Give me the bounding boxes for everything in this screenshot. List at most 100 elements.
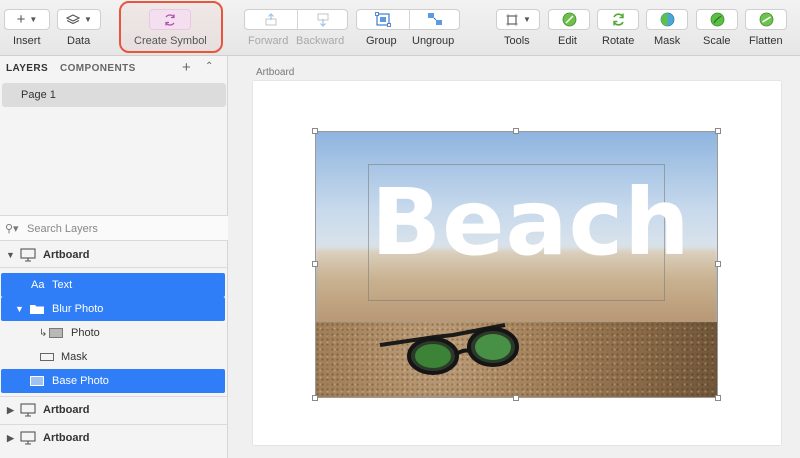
add-page-icon[interactable]: +	[182, 59, 191, 76]
layer-label: Mask	[61, 351, 88, 363]
disclosure-closed-icon[interactable]: ▶	[7, 405, 14, 416]
divider	[0, 396, 228, 397]
image-layer-icon	[49, 328, 63, 338]
tab-components[interactable]: COMPONENTS	[60, 63, 136, 74]
insert-tool[interactable]: + ▼ Insert	[4, 0, 50, 56]
search-layers-input[interactable]	[27, 220, 222, 238]
canvas[interactable]: Artboard Beach	[228, 56, 800, 458]
tools-tool[interactable]: ▼ Tools	[496, 0, 540, 56]
resize-handle-bottom-left[interactable]	[312, 395, 318, 401]
insert-button[interactable]: + ▼	[4, 9, 50, 30]
grouping-segment	[356, 9, 460, 30]
resize-handle-top[interactable]	[513, 128, 519, 134]
chevron-down-icon: ▼	[523, 15, 531, 24]
edit-vector-icon	[562, 12, 576, 27]
grouping-group: Group Ungroup	[356, 0, 460, 56]
resize-handle-right[interactable]	[715, 261, 721, 267]
artboard[interactable]: Beach	[253, 81, 781, 445]
create-symbol-label: Create Symbol	[134, 35, 207, 47]
send-backward-icon[interactable]	[316, 13, 330, 27]
search-icon[interactable]: ⚲▾	[5, 222, 19, 235]
chevron-down-icon: ▼	[29, 15, 38, 24]
selection-outline	[315, 131, 718, 398]
layer-row-artboard[interactable]: ▶ Artboard	[0, 398, 228, 422]
artboard-title[interactable]: Artboard	[256, 67, 294, 78]
data-tool[interactable]: ▼ Data	[57, 0, 101, 56]
folder-icon	[30, 305, 44, 314]
flatten-icon	[759, 12, 773, 27]
ungroup-icon[interactable]	[427, 12, 443, 27]
resize-handle-bottom-right[interactable]	[715, 395, 721, 401]
chevron-down-icon: ▼	[84, 15, 92, 24]
layer-row-artboard[interactable]: ▼ Artboard	[0, 243, 228, 267]
masked-arrow-icon: ↳	[39, 327, 48, 339]
disclosure-open-icon[interactable]: ▼	[15, 304, 24, 314]
resize-handle-top-right[interactable]	[715, 128, 721, 134]
resize-handle-top-left[interactable]	[312, 128, 318, 134]
data-button[interactable]: ▼	[57, 9, 101, 30]
image-layer-icon	[30, 376, 44, 386]
create-symbol-tool[interactable]: Create Symbol	[134, 0, 210, 56]
scale-icon	[710, 12, 724, 27]
resize-handle-left[interactable]	[312, 261, 318, 267]
layer-row-artboard[interactable]: ▶ Artboard	[0, 426, 228, 450]
forward-label: Forward	[248, 35, 289, 47]
artboard-icon	[20, 403, 36, 417]
mask-label: Mask	[654, 35, 681, 47]
artboard-icon	[20, 431, 36, 445]
rotate-icon	[612, 13, 624, 26]
mask-icon	[660, 12, 674, 27]
rotate-tool[interactable]: Rotate	[597, 0, 639, 56]
ungroup-label: Ungroup	[412, 35, 455, 47]
layer-row-base-photo[interactable]: Base Photo	[1, 369, 225, 393]
backward-label: Backward	[296, 35, 345, 47]
scale-button[interactable]	[696, 9, 738, 30]
mask-tool[interactable]: Mask	[646, 0, 688, 56]
layer-row-mask[interactable]: Mask	[0, 345, 228, 369]
data-label: Data	[67, 35, 91, 47]
layer-row-text[interactable]: Aa Text	[1, 273, 225, 297]
layer-label: Photo	[71, 327, 100, 339]
layer-label: Base Photo	[52, 375, 109, 387]
text-layer-icon: Aa	[31, 279, 45, 291]
collapse-pages-icon[interactable]: ⌃	[205, 61, 213, 72]
layer-label: Artboard	[43, 432, 90, 444]
mask-button[interactable]	[646, 9, 688, 30]
create-symbol-button[interactable]	[149, 9, 191, 30]
insert-label: Insert	[13, 35, 41, 47]
divider	[0, 424, 228, 425]
layers-stack-icon	[66, 13, 81, 24]
edit-tool[interactable]: Edit	[548, 0, 590, 56]
edit-label: Edit	[558, 35, 577, 47]
artboard-icon	[20, 248, 36, 262]
layer-row-photo[interactable]: ↳ Photo	[0, 321, 228, 345]
group-label: Group	[366, 35, 397, 47]
sidebar-tabs: LAYERS COMPONENTS + ⌃	[0, 56, 228, 78]
resize-handle-bottom[interactable]	[513, 395, 519, 401]
edit-button[interactable]	[548, 9, 590, 30]
layers-sidebar: LAYERS COMPONENTS + ⌃ Page 1 ⚲▾ ▼ Artboa…	[0, 56, 228, 458]
scale-tool[interactable]: Scale	[696, 0, 738, 56]
tools-label: Tools	[504, 35, 530, 47]
flatten-button[interactable]	[745, 9, 787, 30]
arrange-segment	[244, 9, 348, 30]
tools-button[interactable]: ▼	[496, 9, 540, 30]
rectangle-shape-icon	[40, 353, 54, 361]
arrange-group: Forward Backward	[244, 0, 348, 56]
page-item[interactable]: Page 1	[2, 83, 226, 107]
layer-search: ⚲▾	[0, 215, 228, 241]
group-icon[interactable]	[375, 12, 391, 27]
layer-row-blur-photo[interactable]: ▼ Blur Photo	[1, 297, 225, 321]
layer-label: Blur Photo	[52, 303, 104, 315]
rotate-button[interactable]	[597, 9, 639, 30]
layer-label: Artboard	[43, 404, 90, 416]
flatten-tool[interactable]: Flatten	[745, 0, 787, 56]
scale-label: Scale	[703, 35, 731, 47]
tab-layers[interactable]: LAYERS	[6, 63, 48, 74]
rotate-label: Rotate	[602, 35, 635, 47]
disclosure-open-icon[interactable]: ▼	[6, 250, 15, 260]
flatten-label: Flatten	[749, 35, 783, 47]
disclosure-closed-icon[interactable]: ▶	[7, 433, 14, 444]
divider	[0, 267, 228, 268]
bring-forward-icon[interactable]	[264, 13, 278, 27]
